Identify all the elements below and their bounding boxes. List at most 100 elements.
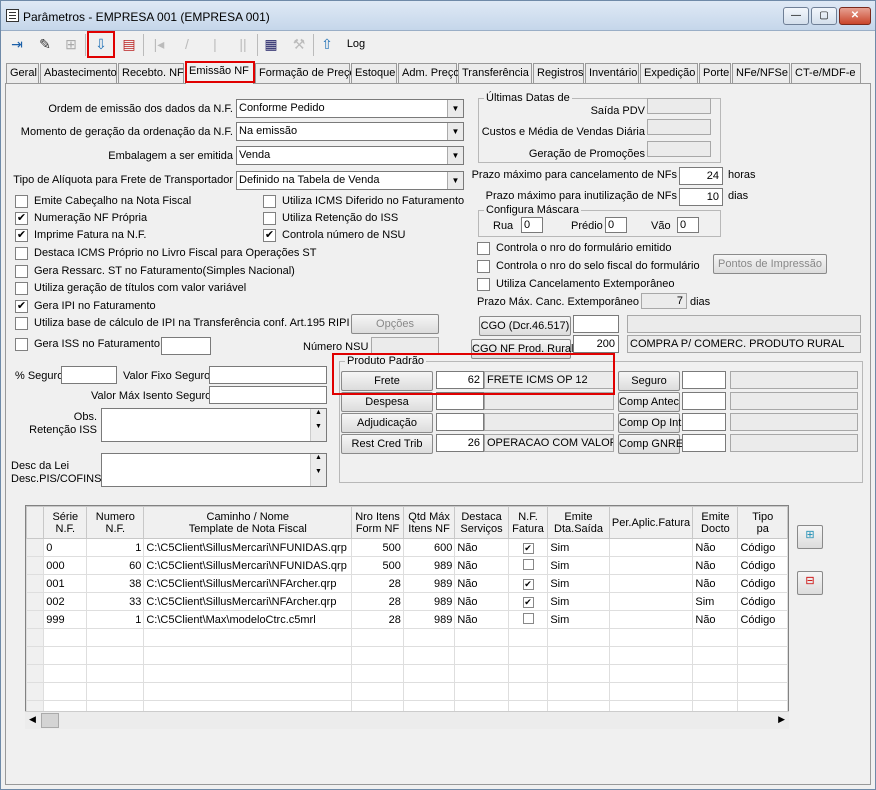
- cell-tipo[interactable]: [737, 682, 788, 701]
- produto-btn-0[interactable]: Frete: [341, 371, 433, 391]
- cell-caminho[interactable]: C:\C5Client\SillusMercari\NFArcher.qrp: [143, 574, 353, 593]
- left-7-checkbox[interactable]: [15, 317, 28, 330]
- cell-per[interactable]: [608, 574, 694, 593]
- produto-code-1[interactable]: [436, 392, 484, 410]
- tab-3[interactable]: Emissão NF: [185, 61, 254, 84]
- produto-right-btn-0[interactable]: Seguro: [618, 371, 680, 391]
- cell-caminho[interactable]: C:\C5Client\SillusMercari\NFArcher.qrp: [143, 592, 353, 611]
- fatura-checkbox[interactable]: [522, 612, 534, 624]
- cell-destaca[interactable]: Não: [454, 574, 509, 593]
- cell-nro[interactable]: 28: [351, 574, 404, 593]
- column-header-0[interactable]: Série N.F.: [43, 506, 88, 539]
- cell-numero[interactable]: 1: [86, 538, 145, 557]
- cell-caminho[interactable]: C:\C5Client\Max\modeloCtrc.c5mrl: [143, 610, 353, 629]
- cell-saida[interactable]: [547, 664, 610, 683]
- cell-fatura[interactable]: [507, 646, 549, 665]
- cell-tipo[interactable]: Código: [737, 610, 788, 629]
- cell-per[interactable]: [608, 664, 694, 683]
- cell-docto[interactable]: Não: [692, 610, 739, 629]
- valor-fixo-input[interactable]: [209, 366, 327, 384]
- cell-per[interactable]: [608, 646, 694, 665]
- cell-caminho[interactable]: [143, 682, 353, 701]
- produto-code-2[interactable]: [436, 413, 484, 431]
- cell-numero[interactable]: [86, 628, 145, 647]
- column-header-1[interactable]: Numero N.F.: [86, 506, 145, 539]
- opcoes-button[interactable]: Opções: [351, 314, 439, 334]
- produto-right-btn-2[interactable]: Comp Op Int: [618, 413, 681, 433]
- pontos-impressao-button[interactable]: Pontos de Impressão: [713, 254, 827, 274]
- scroll-right-icon[interactable]: ▶: [778, 714, 785, 725]
- left-1-checkbox[interactable]: ✔: [15, 212, 28, 225]
- produto-btn-1[interactable]: Despesa: [341, 392, 433, 412]
- log-button[interactable]: Log: [343, 34, 369, 56]
- tab-6[interactable]: Adm. Preço: [398, 63, 459, 83]
- tab-1[interactable]: Abastecimento: [40, 63, 117, 83]
- scroll-left-icon[interactable]: ◀: [29, 714, 36, 725]
- cell-destaca[interactable]: [454, 646, 509, 665]
- column-header-7[interactable]: Emite Dta.Saída: [547, 506, 610, 539]
- cell-numero[interactable]: [86, 664, 145, 683]
- fatura-checkbox[interactable]: ✔: [522, 596, 534, 608]
- left-8-checkbox[interactable]: [15, 338, 28, 351]
- chevron-down-icon[interactable]: ▼: [447, 123, 463, 140]
- cell-qtd[interactable]: 989: [402, 556, 456, 575]
- fatura-checkbox[interactable]: ✔: [522, 542, 534, 554]
- scroll-thumb[interactable]: [41, 713, 59, 728]
- cell-fatura[interactable]: [507, 610, 549, 629]
- table-row[interactable]: [26, 682, 788, 701]
- cell-qtd[interactable]: [402, 682, 456, 701]
- cell-nro[interactable]: [351, 646, 404, 665]
- cell-serie[interactable]: [43, 646, 88, 665]
- cell-tipo[interactable]: Código: [737, 538, 788, 557]
- cell-nro[interactable]: 500: [351, 556, 404, 575]
- prazo-inut-input[interactable]: 10: [679, 188, 723, 206]
- cell-numero[interactable]: 38: [86, 574, 145, 593]
- remove-row-icon[interactable]: ⊟: [797, 571, 823, 595]
- cell-per[interactable]: [608, 682, 694, 701]
- fatura-checkbox[interactable]: [522, 558, 534, 570]
- cell-fatura[interactable]: [507, 628, 549, 647]
- cell-qtd[interactable]: 600: [402, 538, 456, 557]
- cell-fatura[interactable]: ✔: [507, 592, 549, 611]
- fatura-checkbox[interactable]: ✔: [522, 578, 534, 590]
- cell-docto[interactable]: [692, 664, 739, 683]
- predio-input[interactable]: 0: [605, 217, 627, 233]
- column-header-3[interactable]: Nro Itens Form NF: [351, 506, 404, 539]
- cell-per[interactable]: [608, 538, 694, 557]
- cell-fatura[interactable]: [507, 664, 549, 683]
- upload-icon[interactable]: ⇧: [315, 32, 339, 58]
- tab-0[interactable]: Geral: [6, 63, 39, 83]
- cell-tipo[interactable]: [737, 628, 788, 647]
- cell-numero[interactable]: 60: [86, 556, 145, 575]
- tab-2[interactable]: Recebto. NF: [118, 63, 184, 83]
- cell-fatura[interactable]: ✔: [507, 538, 549, 557]
- produto-right-code-2[interactable]: [682, 413, 726, 431]
- cell-destaca[interactable]: Não: [454, 556, 509, 575]
- left-5-checkbox[interactable]: [15, 282, 28, 295]
- cell-serie[interactable]: 002: [43, 592, 88, 611]
- cell-destaca[interactable]: [454, 664, 509, 683]
- cell-saida[interactable]: Sim: [547, 538, 610, 557]
- row-selector[interactable]: [26, 664, 45, 683]
- cell-caminho[interactable]: [143, 664, 353, 683]
- cell-fatura[interactable]: [507, 682, 549, 701]
- cell-destaca[interactable]: Não: [454, 592, 509, 611]
- column-header-6[interactable]: N.F. Fatura: [507, 506, 549, 539]
- cell-docto[interactable]: Não: [692, 556, 739, 575]
- chevron-down-icon[interactable]: ▼: [447, 172, 463, 189]
- cell-qtd[interactable]: 989: [402, 574, 456, 593]
- close-button[interactable]: ✕: [839, 7, 871, 25]
- produto-code-3[interactable]: 26: [436, 434, 484, 452]
- cgo-dcr-button[interactable]: CGO (Dcr.46.517): [479, 316, 571, 336]
- scrollbar[interactable]: ▲ ▼: [310, 454, 326, 486]
- cell-saida[interactable]: [547, 646, 610, 665]
- cell-docto[interactable]: Sim: [692, 592, 739, 611]
- cell-serie[interactable]: [43, 628, 88, 647]
- right-0-checkbox[interactable]: [477, 242, 490, 255]
- left-6-checkbox[interactable]: ✔: [15, 300, 28, 313]
- cell-tipo[interactable]: Código: [737, 574, 788, 593]
- momento-combo[interactable]: Na emissão ▼: [236, 122, 464, 141]
- add-row-icon[interactable]: ⊞: [797, 525, 823, 549]
- cell-saida[interactable]: [547, 682, 610, 701]
- vao-input[interactable]: 0: [677, 217, 699, 233]
